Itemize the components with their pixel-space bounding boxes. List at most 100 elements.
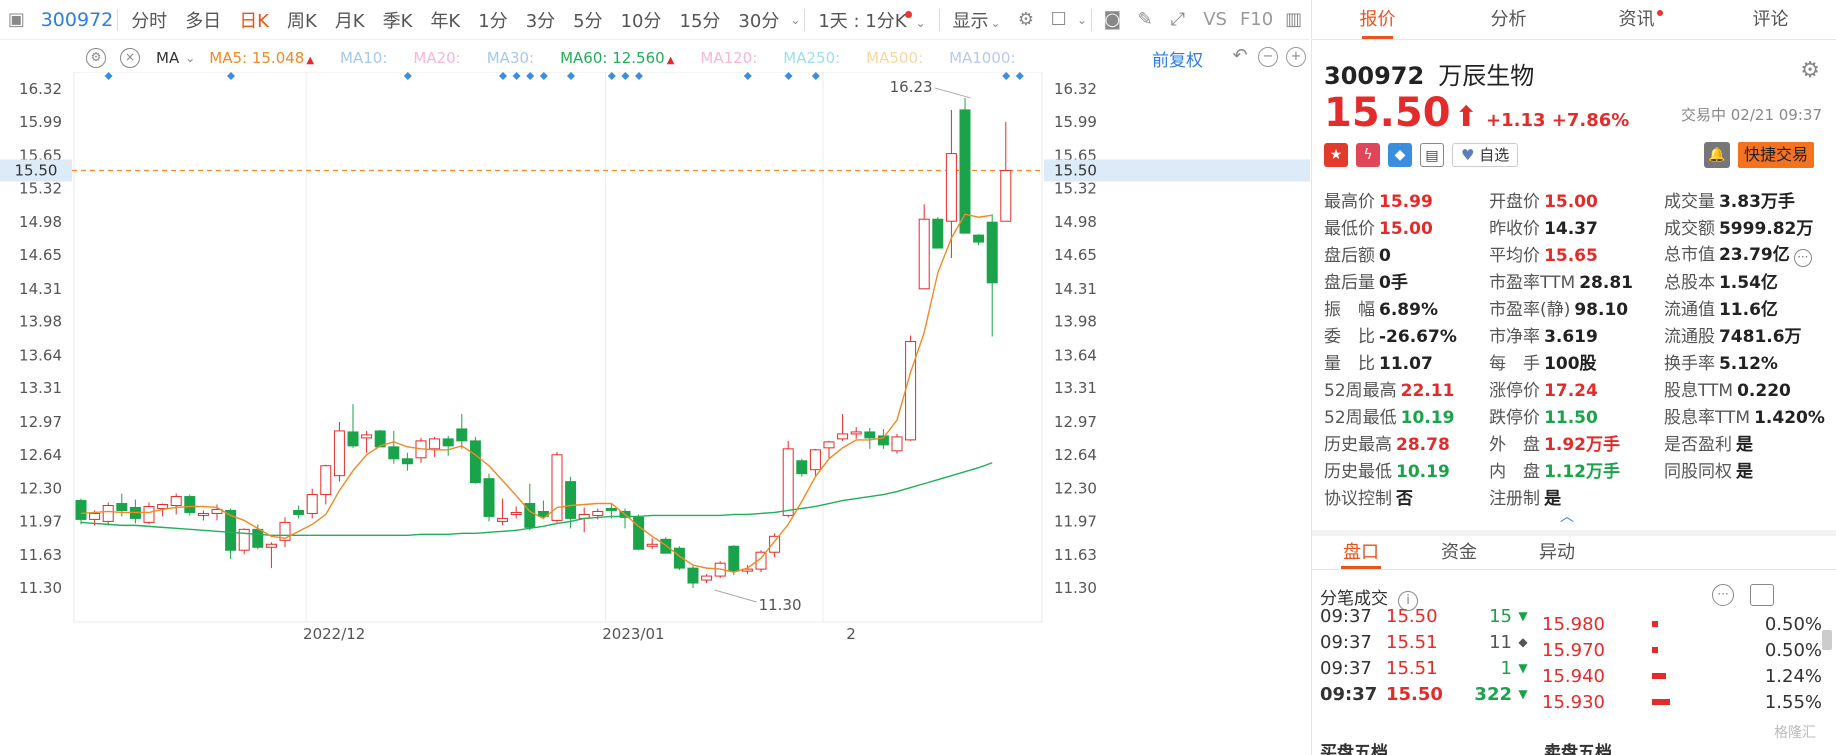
candle-body[interactable] <box>333 430 345 477</box>
event-marker[interactable] <box>512 72 521 80</box>
candle-body[interactable] <box>116 503 128 511</box>
ma-item[interactable]: MA1000: <box>949 49 1015 67</box>
candle-body[interactable] <box>510 511 522 515</box>
candle-body[interactable] <box>891 436 903 452</box>
chevron-down-icon[interactable]: ⌄ <box>790 13 800 27</box>
fullscreen-icon[interactable]: ⤢ <box>1167 9 1188 31</box>
event-marker[interactable] <box>539 72 548 80</box>
gear-icon[interactable]: ⚙ <box>1800 58 1820 83</box>
period-tab[interactable]: 多日 <box>176 7 230 33</box>
event-marker[interactable] <box>227 72 235 80</box>
candle-body[interactable] <box>660 538 672 554</box>
candle-body[interactable] <box>184 496 196 513</box>
candle-body[interactable] <box>469 440 481 484</box>
close-icon[interactable]: × <box>120 48 140 68</box>
period-tab[interactable]: 分时 <box>122 7 176 33</box>
more-icon[interactable]: ⋯ <box>1793 249 1812 267</box>
event-marker[interactable] <box>635 72 643 80</box>
candle-body[interactable] <box>320 465 332 496</box>
zoom-in-icon[interactable]: + <box>1286 47 1306 67</box>
candle-body[interactable] <box>456 428 468 442</box>
frame-icon[interactable]: ☐ <box>1048 9 1069 31</box>
panel-tab[interactable]: 分析 <box>1443 0 1574 39</box>
candle-body[interactable] <box>102 504 114 522</box>
ma-item[interactable]: MA120: <box>700 49 757 67</box>
event-marker[interactable] <box>1002 72 1011 80</box>
candle-body[interactable] <box>1000 170 1012 222</box>
event-marker[interactable] <box>403 72 412 80</box>
candle-body[interactable] <box>850 431 862 435</box>
candle-body[interactable] <box>565 481 577 519</box>
compare-button[interactable]: VS <box>1194 9 1236 30</box>
candle-body[interactable] <box>497 517 509 522</box>
event-marker[interactable] <box>621 72 630 80</box>
candle-body[interactable] <box>429 438 441 450</box>
candle-body[interactable] <box>306 494 318 514</box>
sidebar-toggle-icon[interactable]: ▣ <box>6 9 27 31</box>
period-tab[interactable]: 30分 <box>729 7 788 33</box>
candle-body[interactable] <box>157 504 169 509</box>
ma-item[interactable]: MA60: 12.560 ▲ <box>560 49 674 67</box>
candle-body[interactable] <box>932 218 944 249</box>
candle-body[interactable] <box>401 458 413 465</box>
candle-body[interactable] <box>361 434 373 439</box>
candle-body[interactable] <box>646 543 658 547</box>
note-icon[interactable]: ▤ <box>1420 143 1444 167</box>
candle-body[interactable] <box>89 512 101 520</box>
ma-item[interactable]: MA20: <box>413 49 460 67</box>
candle-body[interactable] <box>347 431 359 447</box>
candle-body[interactable] <box>633 516 645 550</box>
ma-item[interactable]: MA10: <box>340 49 387 67</box>
period-tab[interactable]: 周K <box>278 7 326 33</box>
pencil-icon[interactable]: ✎ <box>1135 9 1156 31</box>
period-tab[interactable]: 年K <box>421 7 469 33</box>
candle-body[interactable] <box>918 218 930 290</box>
candle-body[interactable] <box>809 449 821 471</box>
detail-tab[interactable]: 异动 <box>1508 536 1606 569</box>
candle-body[interactable] <box>905 340 917 441</box>
candle-body[interactable] <box>986 221 998 284</box>
range-selector[interactable]: 1天 : 1分K ⌄ <box>809 7 934 33</box>
candle-body[interactable] <box>701 575 713 581</box>
period-tab[interactable]: 季K <box>374 7 422 33</box>
ma-item[interactable]: MA500: <box>866 49 923 67</box>
candle-body[interactable] <box>728 545 740 572</box>
panel-tab[interactable]: 评论 <box>1705 0 1836 39</box>
event-marker[interactable] <box>1015 72 1024 80</box>
panel-toggle-icon[interactable]: ▥ <box>1283 9 1304 31</box>
candle-body[interactable] <box>75 500 87 520</box>
ma-item[interactable]: MA250: <box>783 49 840 67</box>
f10-button[interactable]: F10 <box>1236 9 1277 30</box>
period-tab[interactable]: 1分 <box>469 7 516 33</box>
event-marker[interactable] <box>567 72 575 80</box>
chevron-down-icon[interactable]: ⌄ <box>185 51 195 65</box>
period-tab[interactable]: 10分 <box>612 7 671 33</box>
candle-body[interactable] <box>592 510 604 516</box>
lightning-icon[interactable]: ϟ <box>1356 143 1380 167</box>
detail-tab[interactable]: 资金 <box>1410 536 1508 569</box>
candle-body[interactable] <box>483 478 495 517</box>
ma-item[interactable]: MA5: 15.048 ▲ <box>209 49 314 67</box>
candle-body[interactable] <box>782 448 794 516</box>
candle-body[interactable] <box>945 153 957 222</box>
event-marker[interactable] <box>743 72 752 80</box>
camera-icon[interactable]: ◙ <box>1102 9 1123 31</box>
candle-body[interactable] <box>442 438 454 447</box>
settings-icon[interactable]: ⚙ <box>86 48 106 68</box>
event-marker[interactable] <box>104 72 113 80</box>
ma-item[interactable]: MA30: <box>487 49 534 67</box>
settings-icon[interactable]: ⚙ <box>1016 9 1037 31</box>
candle-body[interactable] <box>143 505 155 523</box>
undo-icon[interactable]: ↶ <box>1230 47 1250 67</box>
event-marker[interactable] <box>784 72 793 80</box>
event-marker[interactable] <box>811 72 820 80</box>
event-marker[interactable] <box>499 72 507 80</box>
adjust-button[interactable]: 前复权 <box>1152 46 1203 71</box>
period-tab[interactable]: 日K <box>230 7 278 33</box>
candle-body[interactable] <box>687 567 699 584</box>
period-tab[interactable]: 3分 <box>517 7 564 33</box>
kline-chart[interactable]: 2022/12 2023/01 216.32 16.3215.99 15.9915.65… <box>0 72 1310 755</box>
panel-tab[interactable]: 报价 <box>1312 0 1443 39</box>
event-marker[interactable] <box>607 72 616 80</box>
period-tab[interactable]: 15分 <box>671 7 730 33</box>
